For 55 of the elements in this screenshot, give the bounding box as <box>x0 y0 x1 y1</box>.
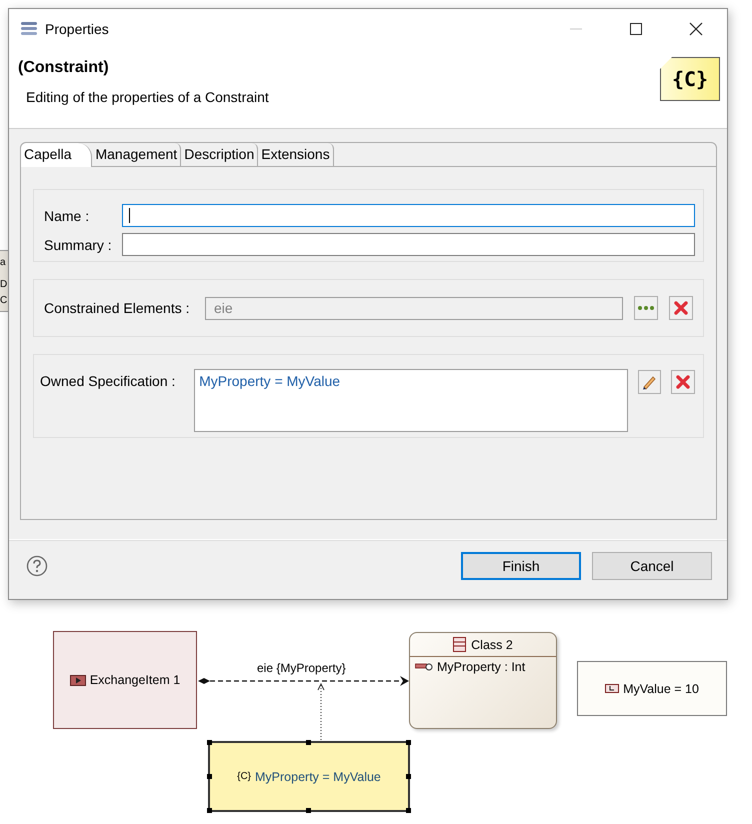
constraint-tag: {C} <box>237 771 252 782</box>
node-label: Class 2 <box>471 638 513 652</box>
class-icon <box>453 637 466 652</box>
selection-handle[interactable] <box>207 740 212 745</box>
dialog-button[interactable]: Cancel <box>592 552 712 580</box>
background-text: C <box>0 295 8 307</box>
value-icon <box>605 684 620 693</box>
text-cursor <box>129 208 130 223</box>
selection-handle[interactable] <box>406 740 411 745</box>
node-label: MyProperty = MyValue <box>255 770 381 784</box>
diagram-node[interactable]: MyValue = 10 <box>577 661 727 716</box>
dependency-line[interactable] <box>318 682 324 740</box>
delete-icon <box>674 301 688 315</box>
field-label: Name : <box>44 208 90 224</box>
dialog-description: Editing of the properties of a Constraint <box>25 89 270 105</box>
field-label: Summary : <box>44 236 113 252</box>
selection-handle[interactable] <box>207 774 212 778</box>
remove-button[interactable] <box>669 296 693 320</box>
background-text: a <box>0 257 6 269</box>
selection-handle[interactable] <box>306 808 311 813</box>
app-icon <box>20 20 38 36</box>
input-field[interactable] <box>122 233 695 256</box>
selection-handle[interactable] <box>306 740 311 745</box>
pencil-icon <box>641 374 658 390</box>
window-title: Properties <box>45 20 109 36</box>
diagram-node[interactable]: {C} MyProperty = MyValue <box>208 741 410 812</box>
exchange-item-icon <box>70 674 86 686</box>
background-text: D <box>0 279 8 291</box>
close-icon[interactable] <box>689 22 703 36</box>
node-label: MyValue = 10 <box>623 682 699 696</box>
diagram-node[interactable]: Class 2 MyProperty : Int <box>409 632 557 729</box>
property-icon <box>415 662 433 672</box>
node-label: ExchangeItem 1 <box>90 673 180 687</box>
text-area[interactable]: MyProperty = MyValue <box>194 369 628 432</box>
ellipsis-icon <box>637 305 655 311</box>
property-label: MyProperty : Int <box>437 660 526 674</box>
field-label: Constrained Elements : <box>44 300 191 316</box>
delete-icon <box>676 375 690 389</box>
help-icon[interactable] <box>26 554 48 576</box>
remove-button[interactable] <box>671 370 695 394</box>
dialog-heading: (Constraint) <box>18 59 110 77</box>
maximize-icon[interactable] <box>629 22 643 36</box>
connector-label: eie {MyProperty} <box>257 661 346 675</box>
constraint-badge: {C} <box>660 57 720 101</box>
selection-handle[interactable] <box>406 774 411 778</box>
input-field[interactable] <box>122 204 695 227</box>
diagram-node[interactable]: ExchangeItem 1 <box>53 631 197 729</box>
selection-handle[interactable] <box>406 808 411 813</box>
browse-button[interactable] <box>634 296 658 320</box>
dialog-button[interactable]: Finish <box>461 552 581 580</box>
field-label: Owned Specification : <box>40 373 176 389</box>
tab[interactable]: Capella <box>21 143 92 167</box>
edit-button[interactable] <box>638 370 662 394</box>
connector-line[interactable] <box>198 676 409 686</box>
selection-handle[interactable] <box>207 808 212 813</box>
